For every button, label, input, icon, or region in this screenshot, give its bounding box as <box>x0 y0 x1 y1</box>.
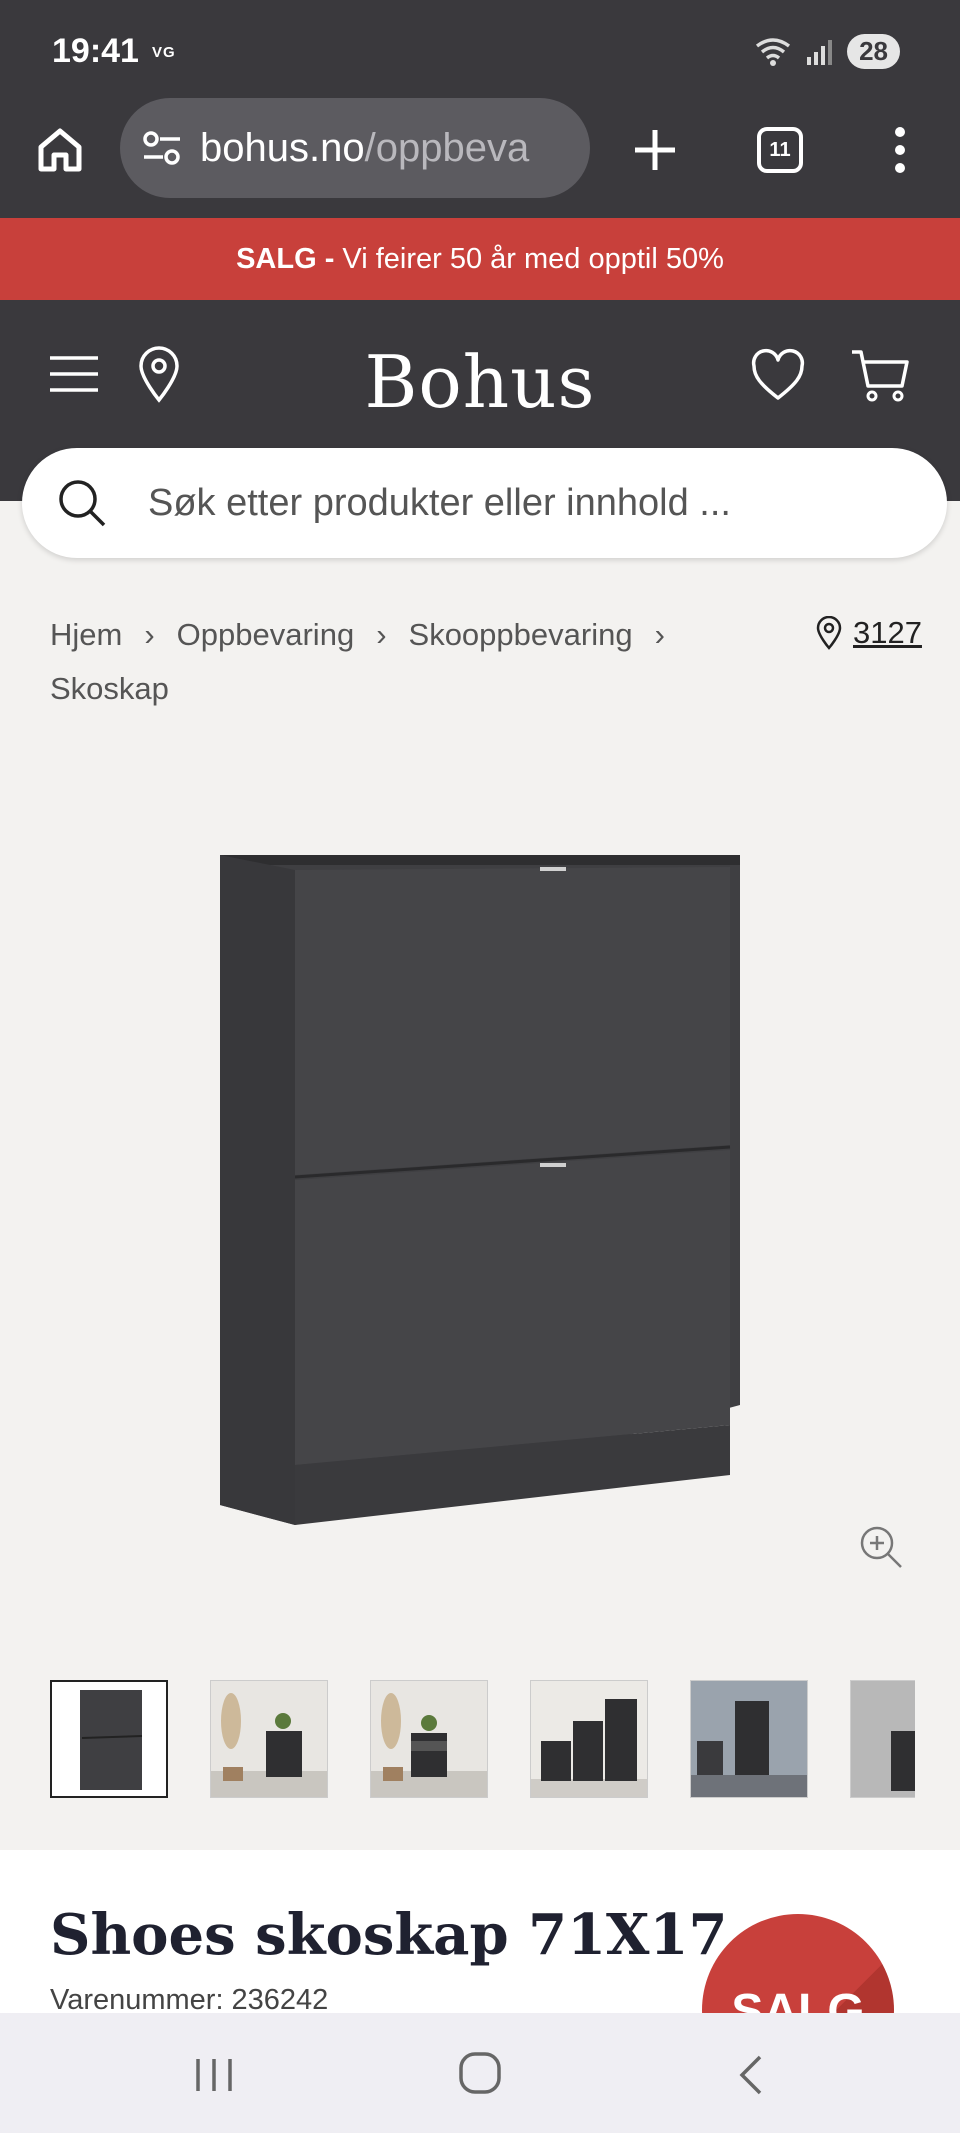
thumbnail-front-view[interactable] <box>50 1680 168 1798</box>
signal-icon <box>807 39 833 65</box>
chevron-right-icon: › <box>654 617 665 652</box>
chevron-right-icon: › <box>376 617 387 652</box>
product-image[interactable] <box>200 845 760 1545</box>
thumbnail-hallway-photo-1[interactable] <box>210 1680 328 1798</box>
system-home-icon[interactable] <box>456 2049 504 2097</box>
url-text: bohus.no/oppbeva <box>200 126 529 171</box>
location-pin-icon <box>816 616 842 650</box>
store-code: 3127 <box>853 615 922 650</box>
browser-chrome: 19:41 VG 28 bohus.no/oppbeva 11 <box>0 0 960 218</box>
breadcrumb: Hjem › Oppbevaring › Skooppbevaring › Skoskap <box>50 608 810 716</box>
wifi-icon <box>756 37 791 66</box>
breadcrumb-home[interactable]: Hjem <box>50 617 122 652</box>
thumbnail-hallway-photo-2[interactable] <box>370 1680 488 1798</box>
sale-banner-bold: SALG - <box>236 242 335 275</box>
tab-switcher-button[interactable]: 11 <box>757 127 803 173</box>
thumbnail-wall-photo[interactable] <box>850 1680 915 1798</box>
back-icon[interactable] <box>730 2051 774 2099</box>
carrier-label: VG <box>152 44 176 61</box>
url-bar: bohus.no/oppbeva 11 <box>0 98 960 208</box>
sale-banner[interactable]: SALG - Vi feirer 50 år med opptil 50% <box>0 218 960 300</box>
url-path: /oppbeva <box>364 125 530 170</box>
heart-icon[interactable] <box>750 348 806 404</box>
product-title: Shoes skoskap 71X17 <box>50 1902 728 1968</box>
status-icons: 28 <box>753 34 900 69</box>
site-settings-icon[interactable] <box>140 126 184 170</box>
new-tab-icon[interactable] <box>625 120 685 180</box>
thumbnail-strip <box>50 1680 915 1800</box>
sku-label: Varenummer: <box>50 1984 224 2016</box>
url-host: bohus.no <box>200 125 365 170</box>
sku-value: 236242 <box>231 1984 329 2016</box>
thumbnail-room-photo[interactable] <box>690 1680 808 1798</box>
system-nav-bar <box>0 2013 960 2133</box>
search-icon <box>59 480 106 527</box>
home-icon[interactable] <box>30 120 90 180</box>
zoom-in-icon[interactable] <box>857 1523 905 1571</box>
sale-banner-text: Vi feirer 50 år med opptil 50% <box>342 242 724 275</box>
recent-apps-icon[interactable] <box>190 2051 238 2099</box>
more-menu-icon[interactable] <box>880 120 920 180</box>
site-logo[interactable]: Bohus <box>0 340 960 424</box>
breadcrumb-oppbevaring[interactable]: Oppbevaring <box>177 617 355 652</box>
search-placeholder: Søk etter produkter eller innhold ... <box>148 481 731 524</box>
status-bar: 19:41 VG 28 <box>0 0 960 100</box>
status-time: 19:41 <box>52 32 139 70</box>
search-input[interactable]: Søk etter produkter eller innhold ... <box>22 448 947 558</box>
breadcrumb-skoskap[interactable]: Skoskap <box>50 671 169 706</box>
shopping-cart-icon[interactable] <box>850 346 910 406</box>
thumbnail-stacked-cabinets[interactable] <box>530 1680 648 1798</box>
breadcrumb-skooppbevaring[interactable]: Skooppbevaring <box>409 617 633 652</box>
battery-indicator: 28 <box>847 34 900 69</box>
chevron-right-icon: › <box>144 617 155 652</box>
address-field[interactable]: bohus.no/oppbeva <box>120 98 590 198</box>
store-selector[interactable]: 3127 <box>815 608 922 658</box>
